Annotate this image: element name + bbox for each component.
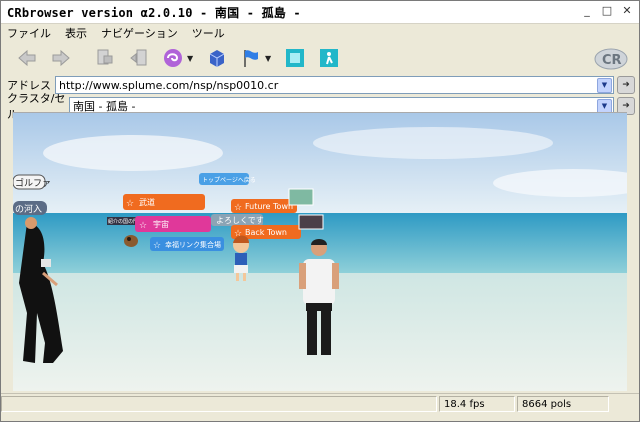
flag-icon — [244, 50, 258, 67]
frame-button[interactable] — [283, 46, 307, 70]
swirl-button[interactable] — [161, 46, 185, 70]
sign-thumbnail — [288, 188, 314, 206]
3d-viewport[interactable]: ゴルファ の河入 トップページへ戻る 武道 ☆ Future Town ☆ 紹介… — [13, 112, 627, 391]
menu-tools[interactable]: ツール — [192, 25, 225, 41]
status-bar: 18.4 fps 8664 pols — [1, 393, 639, 414]
forward-icon — [52, 49, 70, 67]
maximize-icon[interactable]: □ — [601, 5, 613, 17]
cube-icon — [209, 50, 225, 67]
sign-budo[interactable] — [123, 194, 205, 210]
sign-top-page-label: トップページへ戻る — [202, 176, 256, 184]
back-button[interactable] — [15, 46, 39, 70]
left-tab-river-label: の河入 — [15, 203, 42, 215]
status-pols: 8664 pols — [517, 396, 609, 412]
menu-bar: ファイル 表示 ナビゲーション ツール — [1, 24, 639, 42]
flag-button[interactable] — [239, 46, 263, 70]
cloud — [43, 135, 223, 171]
sign-space-label: 宇宙 — [153, 219, 169, 229]
paste-icon — [130, 49, 147, 66]
minimize-icon[interactable]: _ — [581, 5, 593, 17]
crbrowser-logo: CR — [593, 46, 629, 75]
browser-window: CRbrowser version α2.0.10 - 南国 - 孤島 - _ … — [0, 0, 640, 422]
status-message — [1, 396, 437, 412]
address-dropdown-icon[interactable]: ▼ — [597, 78, 612, 93]
status-fps: 18.4 fps — [439, 396, 515, 412]
star-icon: ☆ — [139, 221, 147, 231]
sign-thumbnail — [298, 214, 324, 230]
sign-budo-label: 武道 — [139, 197, 155, 207]
cube-button[interactable] — [205, 46, 229, 70]
go-arrow-icon: ➜ — [622, 101, 630, 111]
sign-future-town-label: Future Town — [245, 202, 293, 211]
go-arrow-icon: ➜ — [622, 80, 630, 90]
exit-button[interactable] — [317, 46, 341, 70]
exit-icon — [320, 49, 338, 67]
chat-text: よろしくです — [216, 216, 264, 225]
close-icon[interactable]: ✕ — [621, 5, 633, 17]
address-row: アドレス http://www.splume.com/nsp/nsp0010.c… — [1, 75, 639, 95]
address-go-button[interactable]: ➜ — [617, 76, 635, 94]
star-icon: ☆ — [234, 203, 242, 213]
pet-avatar[interactable] — [124, 235, 138, 247]
swirl-dropdown-icon[interactable]: ▼ — [187, 54, 195, 63]
sign-happiness-link-label: 幸福リンク集合場 — [165, 240, 221, 249]
window-controls: _ □ ✕ — [581, 5, 633, 17]
swirl-icon — [164, 49, 182, 67]
star-icon: ☆ — [153, 241, 161, 251]
title-bar: CRbrowser version α2.0.10 - 南国 - 孤島 - _ … — [1, 1, 639, 24]
paste-button[interactable] — [127, 46, 151, 70]
copy-button[interactable] — [93, 46, 117, 70]
sign-small-label: 紹介の国の門 — [108, 218, 138, 225]
toolbar: ▼ ▼ CR — [1, 42, 639, 74]
menu-view[interactable]: 表示 — [65, 25, 87, 41]
back-icon — [18, 49, 36, 67]
scene-render: ゴルファ の河入 トップページへ戻る 武道 ☆ Future Town ☆ 紹介… — [13, 113, 627, 391]
svg-text:CR: CR — [602, 53, 622, 68]
forward-button[interactable] — [49, 46, 73, 70]
address-field[interactable]: http://www.splume.com/nsp/nsp0010.cr ▼ — [55, 76, 614, 94]
cloud — [313, 127, 553, 159]
address-value: http://www.splume.com/nsp/nsp0010.cr — [59, 78, 279, 92]
copy-icon — [97, 49, 113, 65]
frame-icon — [286, 49, 304, 67]
menu-file[interactable]: ファイル — [7, 25, 51, 41]
menu-navigation[interactable]: ナビゲーション — [101, 25, 178, 41]
left-tab-golf-label: ゴルファ — [15, 177, 51, 189]
sign-back-town-label: Back Town — [245, 228, 287, 237]
star-icon: ☆ — [126, 199, 134, 209]
window-title: CRbrowser version α2.0.10 - 南国 - 孤島 - — [7, 5, 301, 20]
flag-dropdown-icon[interactable]: ▼ — [265, 54, 273, 63]
